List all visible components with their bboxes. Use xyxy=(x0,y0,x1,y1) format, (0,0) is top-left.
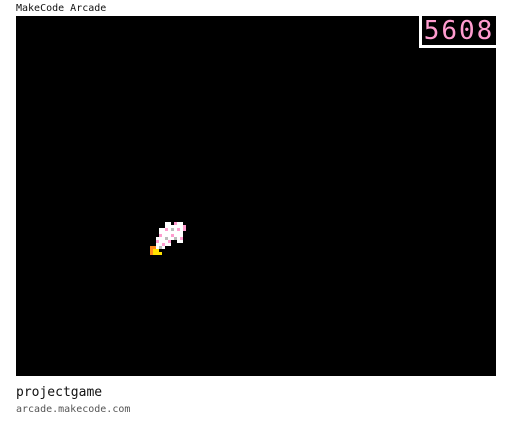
site-url: arcade.makecode.com xyxy=(16,404,131,415)
rocket-ship-icon xyxy=(150,222,186,255)
score-display: 5608 xyxy=(419,16,496,48)
project-name: projectgame xyxy=(16,385,103,400)
score-value: 5608 xyxy=(423,16,495,46)
app-title: MakeCode Arcade xyxy=(16,3,107,14)
game-screen[interactable]: 5608 xyxy=(16,16,496,376)
